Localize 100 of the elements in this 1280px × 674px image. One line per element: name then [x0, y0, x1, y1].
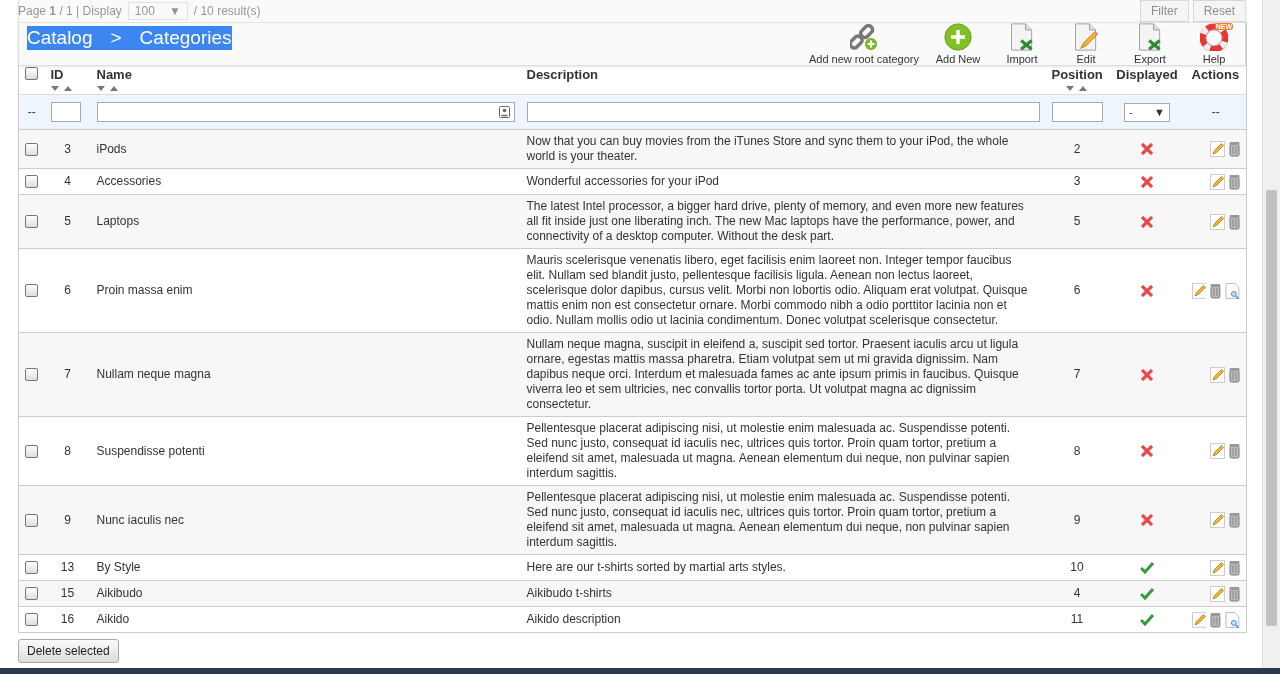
chain-link-plus-icon: [849, 23, 878, 51]
breadcrumb-item[interactable]: Categories: [139, 27, 232, 49]
id-cell: 4: [64, 174, 71, 188]
filter-placeholder-text: --: [1211, 104, 1220, 119]
description-filter-field[interactable]: [526, 102, 1040, 122]
column-header[interactable]: Position: [1051, 67, 1103, 82]
trash-icon[interactable]: [1229, 173, 1240, 190]
trash-icon[interactable]: [1229, 443, 1240, 459]
trash-icon[interactable]: [1229, 141, 1240, 157]
name-cell: Nullam neque magna: [96, 367, 211, 381]
toolbar-button-label[interactable]: Add New: [935, 53, 981, 65]
edit-icon[interactable]: [1210, 366, 1225, 383]
cross-icon[interactable]: [1141, 445, 1153, 457]
toolbar-button-label[interactable]: Add new root category: [808, 53, 919, 65]
id-cell: 7: [64, 367, 71, 381]
id-cell: 16: [60, 612, 75, 626]
position-cell: 3: [1073, 174, 1081, 188]
position-cell: 9: [1073, 512, 1081, 527]
edit-icon[interactable]: [1210, 512, 1225, 528]
edit-icon[interactable]: [1210, 585, 1225, 602]
cross-icon[interactable]: [1141, 143, 1153, 155]
sort-arrows-icon: [96, 86, 119, 92]
position-cell: 8: [1073, 443, 1081, 458]
trash-icon[interactable]: [1229, 213, 1240, 230]
position-cell: 10: [1070, 560, 1084, 574]
toolbar-button-label[interactable]: Edit: [1076, 53, 1096, 65]
column-header[interactable]: ID: [50, 67, 64, 82]
scrollbar-thumb[interactable]: [1266, 190, 1277, 626]
preview-page-icon[interactable]: [1225, 282, 1240, 299]
description-cell: Nullam neque magna, suscipit in eleifend a, suscipit sed tortor. Praesent iaculis arcu ut ligula ornare, egestas mattis massa pharetra. Etiam volutpat sem ut mi gravida dignissim. Nam dapibus neque orci. Interdum et malesuada fames ac ante ipsum primis in faucibus. Quisque viverra leo et sem ultricies, nec convallis tortor porta. Ut volutpat magna ac dignissim consectetur.: [526, 337, 1019, 411]
preview-page-icon[interactable]: [1225, 611, 1240, 628]
row-checkbox[interactable]: [25, 613, 39, 626]
select-all-checkbox[interactable]: [25, 67, 39, 80]
id-cell: 15: [60, 586, 75, 600]
row-checkbox[interactable]: [25, 142, 39, 156]
edit-icon[interactable]: [1210, 559, 1225, 576]
toolbar-button-label[interactable]: Help: [1202, 53, 1226, 65]
id-filter-field[interactable]: [50, 102, 81, 122]
name-filter-field[interactable]: [96, 102, 515, 122]
description-cell: Here are our t-shirts sorted by martial arts styles.: [526, 560, 786, 574]
row-checkbox[interactable]: [25, 284, 39, 297]
description-cell: The latest Intel processor, a bigger hard drive, plenty of memory, and even more new features all fit inside just one liberating inch. The new Mac laptops have the performance, power, and connectivity of a desktop computer. Without the desk part.: [526, 199, 1024, 243]
trash-icon[interactable]: [1229, 366, 1240, 383]
trash-icon[interactable]: [1210, 611, 1222, 628]
sort-arrows-icon: [50, 86, 73, 92]
edit-icon[interactable]: [1210, 443, 1225, 459]
trash-icon[interactable]: [1229, 512, 1240, 528]
description-cell: Now that you can buy movies from the iTunes Store and sync them to your iPod, the whole world is your theater.: [526, 134, 1009, 163]
position-cell: 2: [1073, 141, 1081, 156]
name-cell: Suspendisse potenti: [96, 443, 205, 458]
cross-icon[interactable]: [1141, 215, 1153, 228]
trash-icon[interactable]: [1210, 282, 1222, 299]
description-cell: Aikibudo t-shirts: [526, 586, 612, 600]
description-cell: Aikido description: [526, 612, 621, 626]
description-cell: Wonderful accessories for your iPod: [526, 174, 720, 188]
edit-icon[interactable]: [1191, 611, 1207, 628]
trash-icon[interactable]: [1229, 559, 1240, 576]
trash-icon[interactable]: [1229, 585, 1240, 602]
position-cell: 7: [1073, 367, 1081, 381]
edit-icon[interactable]: [1210, 141, 1225, 157]
toolbar-button-label[interactable]: Export: [1134, 53, 1166, 65]
description-cell: Mauris scelerisque venenatis libero, eget facilisis enim laoreet non. Integer tempor faucibus elit. Nullam sed blandit justo, pellentesque facilisis ligula. Aenean non lectus laoreet, scelerisque dolor dapibus, cursus velit. Morbi non lobortis odio. Aliquam erat volutpat. Quisque mattis enim non est consectetur ornare. Morbi commodo nibh a odio porttitor lacinia non et odio. Nullam mollis odio ut lacinia condimentum. Donec volutpat scelerisque consectetur.: [526, 253, 1028, 327]
check-icon[interactable]: [1140, 613, 1154, 626]
delete-selected-button[interactable]: Delete selected: [18, 639, 119, 663]
row-checkbox[interactable]: [25, 444, 39, 458]
check-icon[interactable]: [1140, 561, 1154, 574]
check-icon[interactable]: [1140, 587, 1154, 600]
edit-icon[interactable]: [1191, 282, 1207, 299]
position-cell: 4: [1073, 586, 1081, 600]
row-checkbox[interactable]: [25, 175, 39, 188]
id-cell: 13: [60, 560, 75, 574]
edit-icon[interactable]: [1210, 173, 1225, 190]
id-cell: 5: [64, 214, 71, 228]
edit-icon[interactable]: [1210, 213, 1225, 230]
cross-icon[interactable]: [1141, 368, 1153, 381]
plus-circle-icon: [944, 23, 972, 51]
row-checkbox[interactable]: [25, 513, 39, 527]
id-cell: 9: [64, 512, 71, 527]
name-cell: Accessories: [96, 174, 162, 188]
filter-placeholder-text: --: [27, 104, 36, 119]
breadcrumb-separator: >: [110, 27, 122, 49]
row-checkbox[interactable]: [25, 215, 39, 228]
position-cell: 11: [1070, 612, 1084, 626]
cross-icon[interactable]: [1141, 514, 1153, 526]
cross-icon[interactable]: [1141, 175, 1153, 188]
displayed-filter-select[interactable]: - ▼: [1124, 102, 1170, 122]
breadcrumb-item[interactable]: Catalog: [27, 27, 93, 49]
column-header[interactable]: Name: [96, 67, 132, 82]
position-filter-field[interactable]: [1051, 102, 1103, 122]
toolbar-button-label[interactable]: Import: [1006, 53, 1038, 65]
column-header: Displayed: [1116, 67, 1178, 82]
description-cell: Pellentesque placerat adipiscing nisi, ut molestie enim malesuada ac. Suspendisse potenti. Sed nunc justo, consequat id iaculis nec, ultrices quis tortor. Proin quam tortor, pretium a eleifend sit amet, malesuada ut magna. Aenean elementum dui neque, non pulvinar sapien interdum sagittis.: [526, 490, 1011, 549]
name-cell: Aikido: [96, 612, 130, 626]
cross-icon[interactable]: [1141, 284, 1153, 297]
id-cell: 3: [64, 141, 71, 156]
name-cell: By Style: [96, 560, 141, 574]
row-checkbox[interactable]: [25, 368, 39, 381]
row-checkbox[interactable]: [25, 561, 39, 574]
row-checkbox[interactable]: [25, 587, 39, 600]
position-cell: 6: [1073, 283, 1081, 297]
